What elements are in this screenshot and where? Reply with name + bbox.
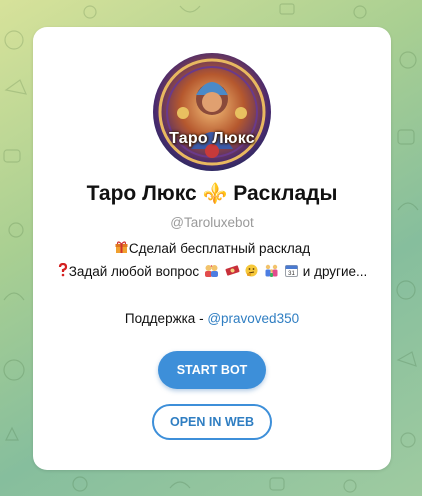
open-in-web-button[interactable]: OPEN IN WEB — [152, 404, 272, 440]
cash-icon — [225, 264, 240, 280]
start-bot-button[interactable]: START BOT — [158, 351, 266, 389]
support-label: Поддержка - — [124, 311, 208, 326]
gift-icon — [115, 241, 128, 257]
family-icon — [264, 264, 279, 280]
title-text-left: Таро Люкс — [86, 182, 197, 205]
bot-avatar: Таро Люкс — [153, 53, 271, 171]
tarot-avatar-image — [153, 53, 271, 171]
question-mark-icon — [58, 262, 68, 280]
description-text-2: Задай любой вопрос — [68, 264, 200, 279]
calendar-icon: 31 — [285, 264, 299, 280]
couple-kiss-icon — [204, 264, 219, 280]
avatar-caption: Таро Люкс — [169, 130, 255, 147]
title-text-right: Расклады — [233, 182, 338, 205]
support-link[interactable]: @pravoved350 — [207, 311, 299, 326]
bot-username: @Taroluxebot — [170, 215, 254, 230]
description-line-1: Сделай бесплатный расклад — [33, 241, 391, 257]
svg-text:31: 31 — [288, 271, 295, 277]
description-text-1: Сделай бесплатный расклад — [128, 241, 311, 256]
fleur-de-lis-icon: ⚜️ — [202, 183, 228, 205]
bot-title: Таро Люкс ⚜️ Расклады — [33, 181, 391, 206]
thinking-face-icon — [245, 264, 258, 280]
description-line-2: Задай любой вопрос 31 и другие... — [33, 262, 391, 280]
bot-info-card: Таро Люкс Таро Люкс ⚜️ Расклады @Tarolux… — [33, 27, 391, 470]
support-line: Поддержка - @pravoved350 — [33, 311, 391, 326]
description-suffix: и другие... — [302, 264, 368, 279]
